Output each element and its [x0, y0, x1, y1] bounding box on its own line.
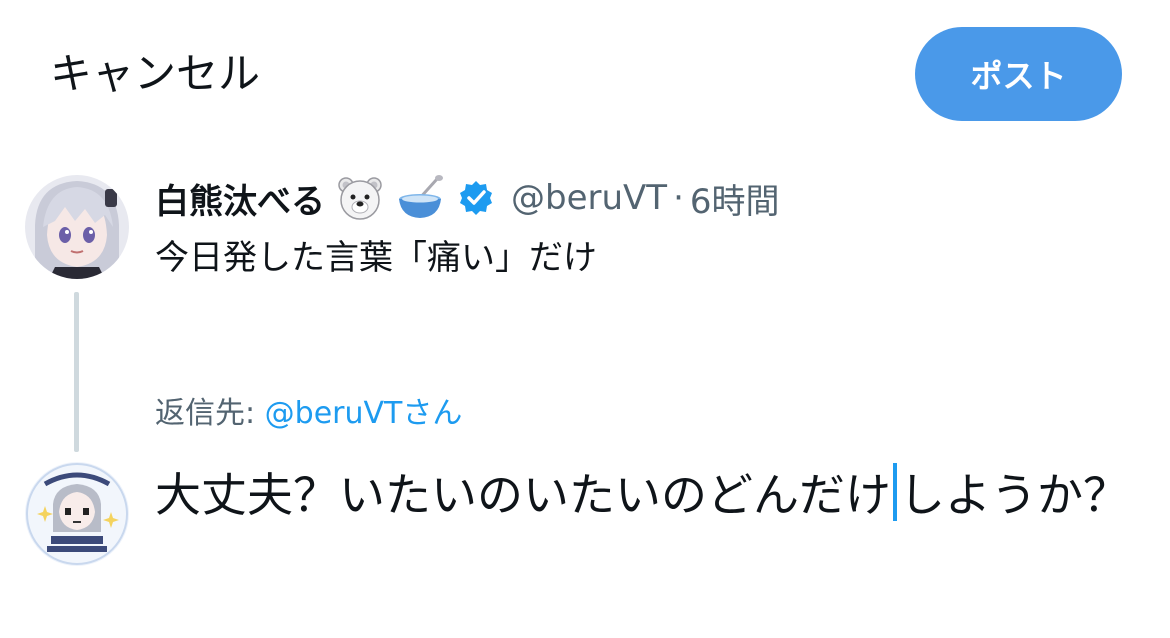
author-display-name[interactable]: 白熊汰べる [155, 174, 325, 223]
original-post-text: 今日発した言葉「痛い」だけ [155, 238, 597, 278]
text-caret [893, 463, 897, 521]
author-handle[interactable]: @beruVT [511, 178, 667, 218]
reply-to-handle: @beruVT [264, 396, 403, 431]
reply-to-prefix: 返信先: [155, 396, 265, 431]
separator-dot: · [673, 178, 684, 218]
compose-text-after-caret: しようか？ [899, 468, 1129, 522]
original-post-header: 白熊汰べる @beruVT · 6時間 [155, 168, 780, 228]
reply-to-mention[interactable]: @beruVTさん [265, 396, 463, 431]
thread-connector-line [74, 292, 79, 452]
cancel-button[interactable]: キャンセル [50, 42, 260, 106]
polar-bear-emoji-icon [335, 173, 385, 223]
post-timestamp[interactable]: 6時間 [690, 174, 780, 223]
original-author-avatar[interactable] [25, 175, 129, 279]
post-button[interactable]: ポスト [915, 27, 1122, 121]
bowl-with-spoon-emoji-icon [395, 173, 445, 223]
current-user-avatar[interactable] [25, 462, 129, 566]
reply-to-suffix: さん [402, 396, 463, 431]
reply-to-line: 返信先: @beruVTさん [155, 390, 462, 438]
anime-girl-avatar-icon [25, 175, 129, 279]
compose-text-before-caret: 大丈夫？いたいのいたいのどんだけ [155, 468, 891, 522]
anime-girl-sticker-avatar-icon [25, 462, 129, 566]
verified-badge-icon [457, 179, 495, 217]
reply-compose-input[interactable]: 大丈夫？いたいのいたいのどんだけ しようか？ [155, 462, 1145, 528]
